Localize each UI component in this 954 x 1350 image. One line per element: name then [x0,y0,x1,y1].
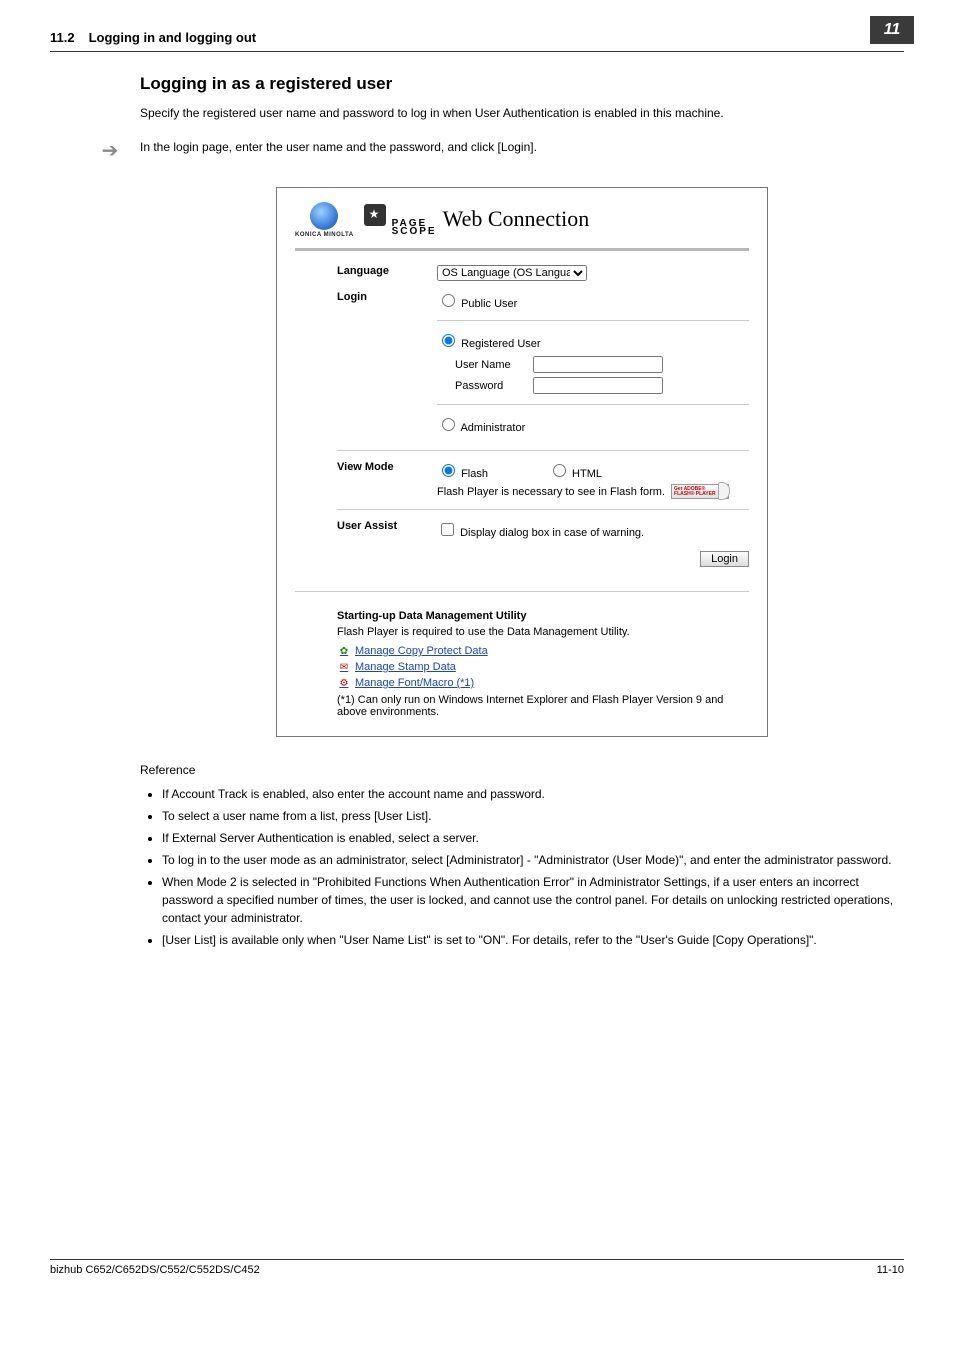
globe-icon [310,202,338,230]
login-sep-1 [437,320,749,321]
flash-player-note: Flash Player is necessary to see in Flas… [437,486,665,498]
registered-user-text: Registered User [461,338,540,350]
login-sep-2 [437,404,749,405]
public-user-text: Public User [461,298,517,310]
konica-minolta-text: KONICA MINOLTA [295,232,354,238]
figure-separator [295,248,749,251]
reference-item: If External Server Authentication is ena… [162,829,904,847]
reference-heading: Reference [140,763,904,777]
language-label: Language [337,265,437,281]
page-heading: Logging in as a registered user [140,74,904,94]
section-number: 11.2 [50,30,75,45]
login-button[interactable]: Login [700,551,749,567]
administrator-radio[interactable]: Administrator [437,422,525,434]
section-title: Logging in and logging out [89,30,257,45]
manage-copy-protect-link[interactable]: ✿ Manage Copy Protect Data [337,644,749,658]
copy-protect-icon: ✿ [337,644,351,658]
flash-text: Flash [461,468,488,480]
intro-paragraph: Specify the registered user name and pas… [140,104,904,122]
pagescope-star-icon [364,204,386,226]
adobe-flash-badge-icon[interactable]: Get ADOBE® FLASH® PLAYER [671,484,729,499]
view-mode-label: View Mode [337,461,437,499]
user-assist-text: Display dialog box in case of warning. [460,527,644,539]
instruction-text: In the login page, enter the user name a… [140,138,537,156]
manage-stamp-link[interactable]: ✉ Manage Stamp Data [337,660,749,674]
font-macro-text: Manage Font/Macro (*1) [355,677,474,689]
reference-item: To select a user name from a list, press… [162,807,904,825]
user-assist-label: User Assist [337,520,437,567]
html-text: HTML [572,468,602,480]
konica-minolta-logo: KONICA MINOLTA [295,202,354,238]
stamp-text: Manage Stamp Data [355,661,456,673]
section-sep-1 [337,450,749,451]
password-input[interactable] [533,377,663,394]
utility-note: Flash Player is required to use the Data… [337,626,749,638]
username-label: User Name [455,359,525,371]
chapter-indicator: 11 [870,16,914,44]
footer-model: bizhub C652/C652DS/C552/C552DS/C452 [50,1264,260,1276]
stamp-icon: ✉ [337,660,351,674]
public-user-radio[interactable]: Public User [437,298,517,310]
utility-sep [295,591,749,592]
flash-radio[interactable]: Flash [437,461,488,480]
utility-title: Starting-up Data Management Utility [337,610,749,622]
password-label: Password [455,380,525,392]
login-label: Login [337,291,437,440]
font-macro-icon: ⚙ [337,676,351,690]
registered-user-radio[interactable]: Registered User [437,338,541,350]
pagescope-scope-text: SCOPE [392,228,437,236]
chapter-number: 11 [884,21,901,39]
reference-item: To log in to the user mode as an adminis… [162,851,904,869]
administrator-text: Administrator [460,422,525,434]
adobe-text-bottom: FLASH® PLAYER [674,492,716,497]
header-rule [50,51,904,52]
copy-protect-text: Manage Copy Protect Data [355,645,488,657]
reference-item: If Account Track is enabled, also enter … [162,785,904,803]
footer-page-number: 11-10 [877,1264,904,1276]
section-sep-2 [337,509,749,510]
reference-item: [User List] is available only when "User… [162,931,904,949]
login-screen-figure: KONICA MINOLTA PAGE SCOPE Web Connection [276,187,768,737]
reference-item: When Mode 2 is selected in "Prohibited F… [162,873,904,927]
utility-footnote: (*1) Can only run on Windows Internet Ex… [337,694,749,718]
user-assist-checkbox[interactable]: Display dialog box in case of warning. [437,527,644,539]
pagescope-logo: PAGE SCOPE Web Connection [364,204,590,236]
web-connection-text: Web Connection [443,206,590,232]
username-input[interactable] [533,356,663,373]
arrow-icon: ➔ [100,138,120,163]
language-select[interactable]: OS Language (OS Language) [437,265,587,281]
reference-list: If Account Track is enabled, also enter … [140,785,904,949]
html-radio[interactable]: HTML [548,461,602,480]
manage-font-macro-link[interactable]: ⚙ Manage Font/Macro (*1) [337,676,749,690]
